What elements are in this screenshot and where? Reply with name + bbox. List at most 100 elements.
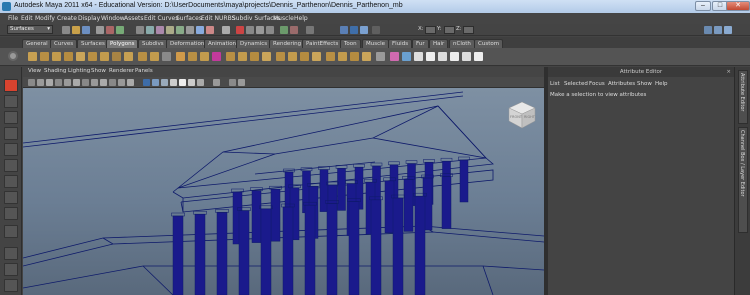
poly-combine-icon[interactable]	[138, 52, 147, 61]
input-ops-icon[interactable]	[280, 26, 288, 34]
side-tab-attribute-editor[interactable]: Attribute Editor	[738, 70, 748, 124]
select-deformations-icon[interactable]	[176, 26, 184, 34]
tab-rendering[interactable]: Rendering	[269, 39, 306, 48]
attr-menu-help[interactable]: Help	[655, 81, 668, 87]
show-tool-settings-icon[interactable]	[714, 26, 722, 34]
poly-insert-edge-icon[interactable]	[276, 52, 285, 61]
menu-modify[interactable]: Modify	[35, 15, 55, 22]
poly-fill-hole-icon[interactable]	[338, 52, 347, 61]
poly-average-icon[interactable]	[212, 52, 221, 61]
lock-selection-icon[interactable]	[222, 26, 230, 34]
poly-boolean-icon[interactable]	[188, 52, 197, 61]
select-camera-icon[interactable]	[28, 79, 35, 86]
last-tool-icon[interactable]	[4, 225, 18, 238]
poly-wedge-icon[interactable]	[350, 52, 359, 61]
menu-edit-curves[interactable]: Edit Curves	[144, 15, 178, 22]
viewport-menu-show[interactable]: Show	[91, 68, 106, 74]
snap-grid-icon[interactable]	[236, 26, 244, 34]
menu-edit-nurbs[interactable]: Edit NURBS	[201, 15, 235, 22]
poly-bridge-icon[interactable]	[238, 52, 247, 61]
select-rendering-icon[interactable]	[196, 26, 204, 34]
attr-menu-selected[interactable]: Selected	[564, 81, 588, 87]
smooth-shading-icon[interactable]	[152, 79, 159, 86]
show-channel-box-icon[interactable]	[724, 26, 732, 34]
gate-mask-icon[interactable]	[91, 79, 98, 86]
snap-view-plane-icon[interactable]	[266, 26, 274, 34]
attr-menu-show[interactable]: Show	[637, 81, 652, 87]
perspective-outliner-layout-icon[interactable]	[4, 279, 18, 292]
poly-append-icon[interactable]	[250, 52, 259, 61]
poly-normals-icon[interactable]	[376, 52, 385, 61]
poly-merge-icon[interactable]	[312, 52, 321, 61]
tab-ncloth[interactable]: nCloth	[449, 39, 475, 48]
poly-plane-icon[interactable]	[76, 52, 85, 61]
grid-icon[interactable]	[64, 79, 71, 86]
ambient-occlusion-icon[interactable]	[238, 79, 245, 86]
menu-set-dropdown[interactable]: Surfaces ▾	[7, 25, 53, 34]
tab-hair[interactable]: Hair	[429, 39, 449, 48]
uv-planar-icon[interactable]	[414, 52, 423, 61]
lasso-tool-icon[interactable]	[4, 95, 18, 108]
single-perspective-layout-icon[interactable]	[4, 247, 18, 260]
uv-spherical-icon[interactable]	[438, 52, 447, 61]
poly-extract-icon[interactable]	[200, 52, 209, 61]
menu-muscle[interactable]: Muscle	[273, 15, 294, 22]
close-button[interactable]: ✕	[726, 1, 750, 11]
poly-split-icon[interactable]	[262, 52, 271, 61]
tab-animation[interactable]: Animation	[204, 39, 241, 48]
poly-reverse-icon[interactable]	[390, 52, 399, 61]
uv-editor-icon[interactable]	[462, 52, 471, 61]
scale-tool-icon[interactable]	[4, 159, 18, 172]
side-tab-channel-box[interactable]: Channel Box / Layer Editor	[738, 127, 748, 233]
uv-cylindrical-icon[interactable]	[426, 52, 435, 61]
poly-bevel-icon[interactable]	[300, 52, 309, 61]
x-field[interactable]	[425, 26, 436, 34]
x-ray-icon[interactable]	[197, 79, 204, 86]
camera-icon[interactable]	[229, 79, 236, 86]
tab-subdivs[interactable]: Subdivs	[138, 39, 168, 48]
universal-manipulator-icon[interactable]	[4, 175, 18, 188]
z-field[interactable]	[463, 26, 474, 34]
attr-menu-focus[interactable]: Focus	[589, 81, 605, 87]
shadows-icon[interactable]	[188, 79, 195, 86]
poly-smooth-icon[interactable]	[162, 52, 171, 61]
menu-create[interactable]: Create	[57, 15, 77, 22]
film-gate-icon[interactable]	[73, 79, 80, 86]
isolate-select-icon[interactable]	[127, 79, 134, 86]
save-scene-icon[interactable]	[82, 26, 90, 34]
ipr-render-icon[interactable]	[350, 26, 358, 34]
lights-icon[interactable]	[179, 79, 186, 86]
tab-surfaces[interactable]: Surfaces	[77, 39, 109, 48]
poly-sphere-icon[interactable]	[28, 52, 37, 61]
show-manipulator-icon[interactable]	[4, 207, 18, 220]
poly-conform-icon[interactable]	[402, 52, 411, 61]
input-mode-icon[interactable]	[372, 26, 380, 34]
tab-curves[interactable]: Curves	[50, 39, 78, 48]
four-view-layout-icon[interactable]	[4, 263, 18, 276]
menu-edit[interactable]: Edit	[21, 15, 33, 22]
menu-surfaces[interactable]: Surfaces	[176, 15, 202, 22]
perspective-viewport[interactable]: FRONT RIGHT	[23, 88, 544, 295]
poly-prism-icon[interactable]	[100, 52, 109, 61]
construction-history-icon[interactable]	[306, 26, 314, 34]
view-cube[interactable]: FRONT RIGHT	[507, 100, 537, 130]
uv-layout-icon[interactable]	[474, 52, 483, 61]
poly-cone-icon[interactable]	[64, 52, 73, 61]
poly-mirror-icon[interactable]	[176, 52, 185, 61]
uv-automatic-icon[interactable]	[450, 52, 459, 61]
output-ops-icon[interactable]	[290, 26, 298, 34]
attribute-editor-close-button[interactable]: ×	[726, 67, 731, 77]
poly-torus-icon[interactable]	[88, 52, 97, 61]
menu-assets[interactable]: Assets	[124, 15, 144, 22]
poly-pipe-icon[interactable]	[124, 52, 133, 61]
open-scene-icon[interactable]	[72, 26, 80, 34]
tab-muscle[interactable]: Muscle	[362, 39, 390, 48]
textured-icon[interactable]	[170, 79, 177, 86]
poly-pyramid-icon[interactable]	[112, 52, 121, 61]
poly-extrude-icon[interactable]	[226, 52, 235, 61]
high-quality-icon[interactable]	[213, 79, 220, 86]
poly-offset-edge-icon[interactable]	[288, 52, 297, 61]
shelf-options-icon[interactable]	[8, 51, 18, 61]
safe-action-icon[interactable]	[109, 79, 116, 86]
select-handles-icon[interactable]	[136, 26, 144, 34]
